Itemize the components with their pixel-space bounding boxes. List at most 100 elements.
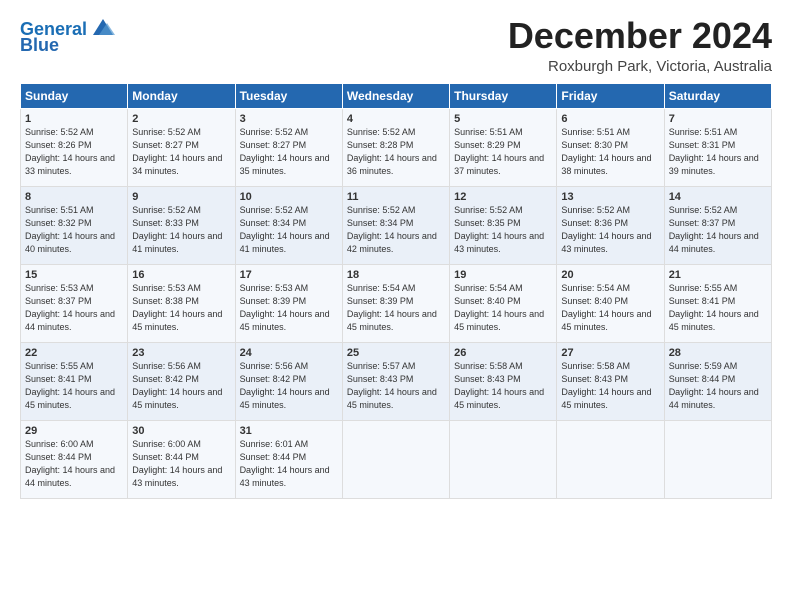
col-header-sunday: Sunday — [21, 83, 128, 108]
day-info: Sunrise: 5:54 AMSunset: 8:40 PMDaylight:… — [561, 283, 651, 332]
day-info: Sunrise: 5:54 AMSunset: 8:39 PMDaylight:… — [347, 283, 437, 332]
logo-icon — [89, 17, 117, 39]
day-info: Sunrise: 5:52 AMSunset: 8:26 PMDaylight:… — [25, 127, 115, 176]
day-number: 27 — [561, 347, 659, 359]
day-cell: 30 Sunrise: 6:00 AMSunset: 8:44 PMDaylig… — [128, 420, 235, 498]
day-cell: 3 Sunrise: 5:52 AMSunset: 8:27 PMDayligh… — [235, 108, 342, 186]
day-cell: 7 Sunrise: 5:51 AMSunset: 8:31 PMDayligh… — [664, 108, 771, 186]
day-cell: 2 Sunrise: 5:52 AMSunset: 8:27 PMDayligh… — [128, 108, 235, 186]
day-cell: 5 Sunrise: 5:51 AMSunset: 8:29 PMDayligh… — [450, 108, 557, 186]
day-number: 29 — [25, 425, 123, 437]
page: General Blue December 2024 Roxburgh Park… — [0, 0, 792, 612]
day-info: Sunrise: 5:57 AMSunset: 8:43 PMDaylight:… — [347, 361, 437, 410]
week-row-5: 29 Sunrise: 6:00 AMSunset: 8:44 PMDaylig… — [21, 420, 772, 498]
day-number: 13 — [561, 191, 659, 203]
day-number: 4 — [347, 113, 445, 125]
day-cell: 25 Sunrise: 5:57 AMSunset: 8:43 PMDaylig… — [342, 342, 449, 420]
header-row: SundayMondayTuesdayWednesdayThursdayFrid… — [21, 83, 772, 108]
day-number: 20 — [561, 269, 659, 281]
day-info: Sunrise: 5:58 AMSunset: 8:43 PMDaylight:… — [561, 361, 651, 410]
logo: General Blue — [20, 20, 117, 56]
day-number: 21 — [669, 269, 767, 281]
day-cell: 1 Sunrise: 5:52 AMSunset: 8:26 PMDayligh… — [21, 108, 128, 186]
logo-blue-text: Blue — [20, 36, 59, 56]
day-number: 1 — [25, 113, 123, 125]
day-cell: 24 Sunrise: 5:56 AMSunset: 8:42 PMDaylig… — [235, 342, 342, 420]
day-number: 8 — [25, 191, 123, 203]
header: General Blue December 2024 Roxburgh Park… — [20, 16, 772, 75]
day-cell: 14 Sunrise: 5:52 AMSunset: 8:37 PMDaylig… — [664, 186, 771, 264]
calendar-table: SundayMondayTuesdayWednesdayThursdayFrid… — [20, 83, 772, 499]
month-title: December 2024 — [508, 16, 772, 56]
day-cell: 15 Sunrise: 5:53 AMSunset: 8:37 PMDaylig… — [21, 264, 128, 342]
day-info: Sunrise: 5:56 AMSunset: 8:42 PMDaylight:… — [132, 361, 222, 410]
day-cell: 23 Sunrise: 5:56 AMSunset: 8:42 PMDaylig… — [128, 342, 235, 420]
day-info: Sunrise: 5:52 AMSunset: 8:37 PMDaylight:… — [669, 205, 759, 254]
day-cell: 26 Sunrise: 5:58 AMSunset: 8:43 PMDaylig… — [450, 342, 557, 420]
day-number: 11 — [347, 191, 445, 203]
col-header-monday: Monday — [128, 83, 235, 108]
day-cell: 27 Sunrise: 5:58 AMSunset: 8:43 PMDaylig… — [557, 342, 664, 420]
week-row-4: 22 Sunrise: 5:55 AMSunset: 8:41 PMDaylig… — [21, 342, 772, 420]
day-info: Sunrise: 5:53 AMSunset: 8:39 PMDaylight:… — [240, 283, 330, 332]
day-info: Sunrise: 5:56 AMSunset: 8:42 PMDaylight:… — [240, 361, 330, 410]
day-number: 7 — [669, 113, 767, 125]
day-cell: 10 Sunrise: 5:52 AMSunset: 8:34 PMDaylig… — [235, 186, 342, 264]
day-number: 9 — [132, 191, 230, 203]
day-cell: 31 Sunrise: 6:01 AMSunset: 8:44 PMDaylig… — [235, 420, 342, 498]
day-info: Sunrise: 5:52 AMSunset: 8:27 PMDaylight:… — [240, 127, 330, 176]
day-cell: 13 Sunrise: 5:52 AMSunset: 8:36 PMDaylig… — [557, 186, 664, 264]
day-info: Sunrise: 5:52 AMSunset: 8:27 PMDaylight:… — [132, 127, 222, 176]
day-number: 30 — [132, 425, 230, 437]
day-info: Sunrise: 5:51 AMSunset: 8:31 PMDaylight:… — [669, 127, 759, 176]
day-number: 26 — [454, 347, 552, 359]
day-cell: 20 Sunrise: 5:54 AMSunset: 8:40 PMDaylig… — [557, 264, 664, 342]
week-row-1: 1 Sunrise: 5:52 AMSunset: 8:26 PMDayligh… — [21, 108, 772, 186]
day-number: 12 — [454, 191, 552, 203]
day-cell — [342, 420, 449, 498]
day-number: 5 — [454, 113, 552, 125]
day-info: Sunrise: 5:53 AMSunset: 8:38 PMDaylight:… — [132, 283, 222, 332]
day-cell — [664, 420, 771, 498]
day-number: 22 — [25, 347, 123, 359]
day-number: 17 — [240, 269, 338, 281]
day-number: 6 — [561, 113, 659, 125]
day-cell — [450, 420, 557, 498]
col-header-wednesday: Wednesday — [342, 83, 449, 108]
day-cell: 9 Sunrise: 5:52 AMSunset: 8:33 PMDayligh… — [128, 186, 235, 264]
day-number: 28 — [669, 347, 767, 359]
day-info: Sunrise: 5:52 AMSunset: 8:28 PMDaylight:… — [347, 127, 437, 176]
day-info: Sunrise: 6:01 AMSunset: 8:44 PMDaylight:… — [240, 439, 330, 488]
day-info: Sunrise: 5:51 AMSunset: 8:29 PMDaylight:… — [454, 127, 544, 176]
day-info: Sunrise: 5:51 AMSunset: 8:32 PMDaylight:… — [25, 205, 115, 254]
day-cell: 19 Sunrise: 5:54 AMSunset: 8:40 PMDaylig… — [450, 264, 557, 342]
title-block: December 2024 Roxburgh Park, Victoria, A… — [508, 16, 772, 75]
location-title: Roxburgh Park, Victoria, Australia — [508, 58, 772, 75]
col-header-friday: Friday — [557, 83, 664, 108]
day-number: 19 — [454, 269, 552, 281]
day-info: Sunrise: 5:55 AMSunset: 8:41 PMDaylight:… — [25, 361, 115, 410]
day-cell: 11 Sunrise: 5:52 AMSunset: 8:34 PMDaylig… — [342, 186, 449, 264]
day-info: Sunrise: 5:58 AMSunset: 8:43 PMDaylight:… — [454, 361, 544, 410]
day-info: Sunrise: 5:54 AMSunset: 8:40 PMDaylight:… — [454, 283, 544, 332]
day-cell — [557, 420, 664, 498]
day-number: 3 — [240, 113, 338, 125]
day-cell: 4 Sunrise: 5:52 AMSunset: 8:28 PMDayligh… — [342, 108, 449, 186]
week-row-2: 8 Sunrise: 5:51 AMSunset: 8:32 PMDayligh… — [21, 186, 772, 264]
day-cell: 21 Sunrise: 5:55 AMSunset: 8:41 PMDaylig… — [664, 264, 771, 342]
col-header-thursday: Thursday — [450, 83, 557, 108]
day-info: Sunrise: 5:52 AMSunset: 8:34 PMDaylight:… — [240, 205, 330, 254]
day-cell: 16 Sunrise: 5:53 AMSunset: 8:38 PMDaylig… — [128, 264, 235, 342]
day-info: Sunrise: 5:53 AMSunset: 8:37 PMDaylight:… — [25, 283, 115, 332]
day-cell: 22 Sunrise: 5:55 AMSunset: 8:41 PMDaylig… — [21, 342, 128, 420]
day-number: 23 — [132, 347, 230, 359]
day-info: Sunrise: 5:51 AMSunset: 8:30 PMDaylight:… — [561, 127, 651, 176]
day-number: 10 — [240, 191, 338, 203]
day-info: Sunrise: 6:00 AMSunset: 8:44 PMDaylight:… — [25, 439, 115, 488]
day-info: Sunrise: 5:52 AMSunset: 8:34 PMDaylight:… — [347, 205, 437, 254]
day-cell: 28 Sunrise: 5:59 AMSunset: 8:44 PMDaylig… — [664, 342, 771, 420]
day-cell: 6 Sunrise: 5:51 AMSunset: 8:30 PMDayligh… — [557, 108, 664, 186]
day-info: Sunrise: 6:00 AMSunset: 8:44 PMDaylight:… — [132, 439, 222, 488]
day-number: 16 — [132, 269, 230, 281]
day-number: 25 — [347, 347, 445, 359]
